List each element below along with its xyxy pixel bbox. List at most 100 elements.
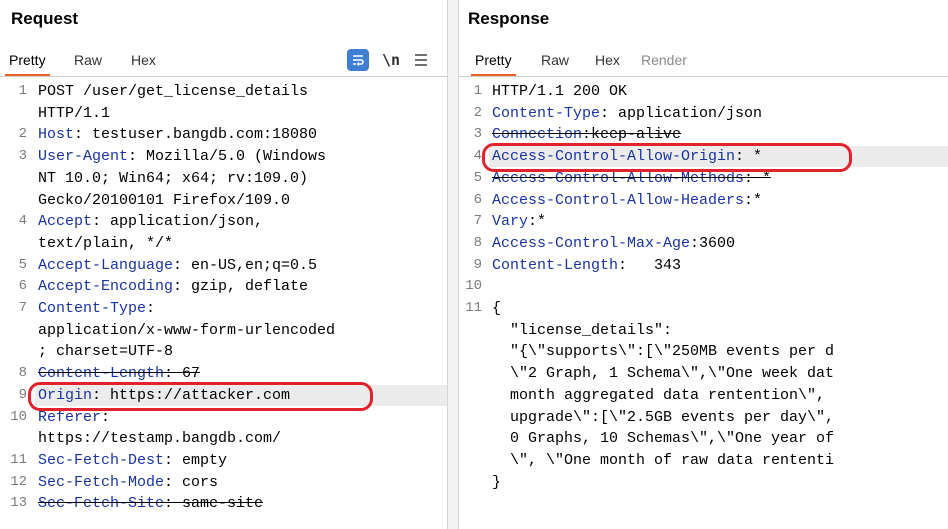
- code-line: 0 Graphs, 10 Schemas\",\"One year of: [492, 430, 834, 447]
- body-text: NT 10.0; Win64; x64; rv:109.0): [38, 169, 309, 187]
- header-value: : testuser.bangdb.com:18080: [74, 126, 318, 144]
- request-tabbar: Pretty Raw Hex \n: [0, 44, 447, 77]
- body-text: \", \"One month of raw data rententi: [492, 451, 835, 469]
- tab-pretty[interactable]: Pretty: [5, 52, 50, 76]
- newline-icon[interactable]: \n: [380, 49, 402, 71]
- code-line: {: [492, 300, 501, 317]
- body-text: text/plain, */*: [38, 234, 174, 252]
- line-number: 4: [18, 213, 27, 230]
- body-text: Gecko/20100101 Firefox/109.0: [38, 191, 291, 209]
- line-number: 5: [473, 169, 482, 186]
- header-value: : empty: [164, 451, 228, 469]
- header-value: : same-site: [164, 495, 264, 513]
- header-name: Access-Control-Allow-Methods: [492, 169, 745, 187]
- code-line: Connection:keep-alive: [492, 126, 681, 143]
- line-number: 1: [473, 83, 482, 99]
- code-line: text/plain, */*: [38, 235, 173, 252]
- code-line: \", \"One month of raw data rententi: [492, 452, 834, 469]
- request-title: Request: [11, 9, 79, 28]
- line-number: 5: [18, 256, 27, 273]
- code-line: Accept: application/json,: [38, 213, 263, 230]
- code-line: NT 10.0; Win64; x64; rv:109.0): [38, 170, 308, 187]
- code-line: Vary:*: [492, 213, 546, 230]
- header-name: Accept-Encoding: [38, 278, 174, 296]
- header-value: : 67: [164, 365, 201, 383]
- header-name: Connection: [492, 126, 583, 144]
- tab-render[interactable]: Render: [641, 52, 687, 68]
- code-line: Access-Control-Allow-Methods: *: [492, 170, 771, 187]
- code-line: Accept-Encoding: gzip, deflate: [38, 278, 308, 295]
- response-tabbar: Pretty Raw Hex Render: [459, 44, 948, 77]
- code-line: ; charset=UTF-8: [38, 343, 173, 360]
- code-line: Host: testuser.bangdb.com:18080: [38, 126, 317, 143]
- code-line: POST /user/get_license_details: [38, 83, 308, 100]
- header-value: :keep-alive: [582, 126, 682, 144]
- header-value: : en-US,en;q=0.5: [173, 256, 318, 274]
- line-number: 10: [465, 278, 482, 295]
- tab-hex[interactable]: Hex: [595, 52, 620, 68]
- code-line: "license_details":: [492, 322, 672, 339]
- body-text: "license_details":: [492, 321, 673, 339]
- header-value: : application/json,: [92, 213, 264, 231]
- header-name: Sec-Fetch-Mode: [38, 473, 165, 491]
- tab-hex[interactable]: Hex: [131, 52, 156, 68]
- header-value: :3600: [690, 234, 736, 252]
- menu-icon[interactable]: [410, 49, 432, 71]
- header-value: : gzip, deflate: [173, 278, 309, 296]
- line-number: 8: [473, 234, 482, 251]
- body-text: HTTP/1.1: [38, 104, 111, 122]
- wrap-lines-icon[interactable]: [347, 49, 369, 71]
- code-line: Content-Length: 343: [492, 257, 681, 274]
- annotation-circle: [482, 143, 852, 173]
- line-number: 13: [10, 495, 27, 512]
- header-name: Content-Type: [38, 300, 147, 317]
- code-line: upgrade\":[\"2.5GB events per day\",: [492, 409, 834, 426]
- header-value: :: [146, 300, 156, 317]
- code-line: Content-Type: application/json: [492, 105, 762, 122]
- code-line: Access-Control-Allow-Headers:*: [492, 192, 762, 209]
- header-name: Content-Type: [492, 104, 601, 122]
- header-name: Sec-Fetch-Dest: [38, 451, 165, 469]
- tab-raw[interactable]: Raw: [74, 52, 102, 68]
- code-line: https://testamp.bangdb.com/: [38, 430, 281, 447]
- header-name: Host: [38, 126, 75, 144]
- header-name: Access-Control-Max-Age: [492, 234, 691, 252]
- header-name: Accept: [38, 213, 93, 231]
- header-name: Content-Length: [38, 365, 165, 383]
- header-value: :*: [744, 191, 763, 209]
- pane-divider[interactable]: [447, 0, 459, 529]
- body-text: POST /user/get_license_details: [38, 83, 309, 100]
- code-line: \"2 Graph, 1 Schema\",\"One week dat: [492, 365, 834, 382]
- body-text: application/x-www-form-urlencoded: [38, 321, 336, 339]
- body-text: }: [492, 473, 502, 491]
- line-number: 6: [18, 278, 27, 295]
- header-value: : application/json: [600, 104, 763, 122]
- code-line: Content-Type:: [38, 300, 155, 317]
- header-name: Referer: [38, 408, 102, 426]
- header-name: Sec-Fetch-Site: [38, 495, 165, 513]
- line-number: 2: [18, 126, 27, 143]
- code-line: "{\"supports\":[\"250MB events per d: [492, 343, 834, 360]
- header-name: User-Agent: [38, 148, 129, 166]
- tab-raw[interactable]: Raw: [541, 52, 569, 68]
- header-value: :*: [528, 213, 547, 231]
- line-number: 10: [10, 408, 27, 425]
- line-number: 12: [10, 473, 27, 490]
- body-text: HTTP/1.1 200 OK: [492, 83, 628, 100]
- header-value: : cors: [164, 473, 219, 491]
- line-number: 11: [10, 451, 27, 468]
- code-line: Referer:: [38, 409, 110, 426]
- line-number: 7: [473, 213, 482, 230]
- body-text: month aggregated data rentention\",: [492, 386, 826, 404]
- code-line: Sec-Fetch-Dest: empty: [38, 452, 227, 469]
- tab-pretty[interactable]: Pretty: [471, 52, 516, 76]
- code-line: Access-Control-Max-Age:3600: [492, 235, 735, 252]
- line-number: 3: [18, 148, 27, 165]
- body-text: 0 Graphs, 10 Schemas\",\"One year of: [492, 430, 835, 448]
- header-name: Accept-Language: [38, 256, 174, 274]
- code-line: Sec-Fetch-Site: same-site: [38, 495, 263, 512]
- code-line: month aggregated data rentention\",: [492, 387, 825, 404]
- body-text: \"2 Graph, 1 Schema\",\"One week dat: [492, 365, 835, 383]
- response-pane: Response Pretty Raw Hex Render 1 HTTP/1.1…: [459, 0, 948, 529]
- line-number: 11: [465, 300, 482, 316]
